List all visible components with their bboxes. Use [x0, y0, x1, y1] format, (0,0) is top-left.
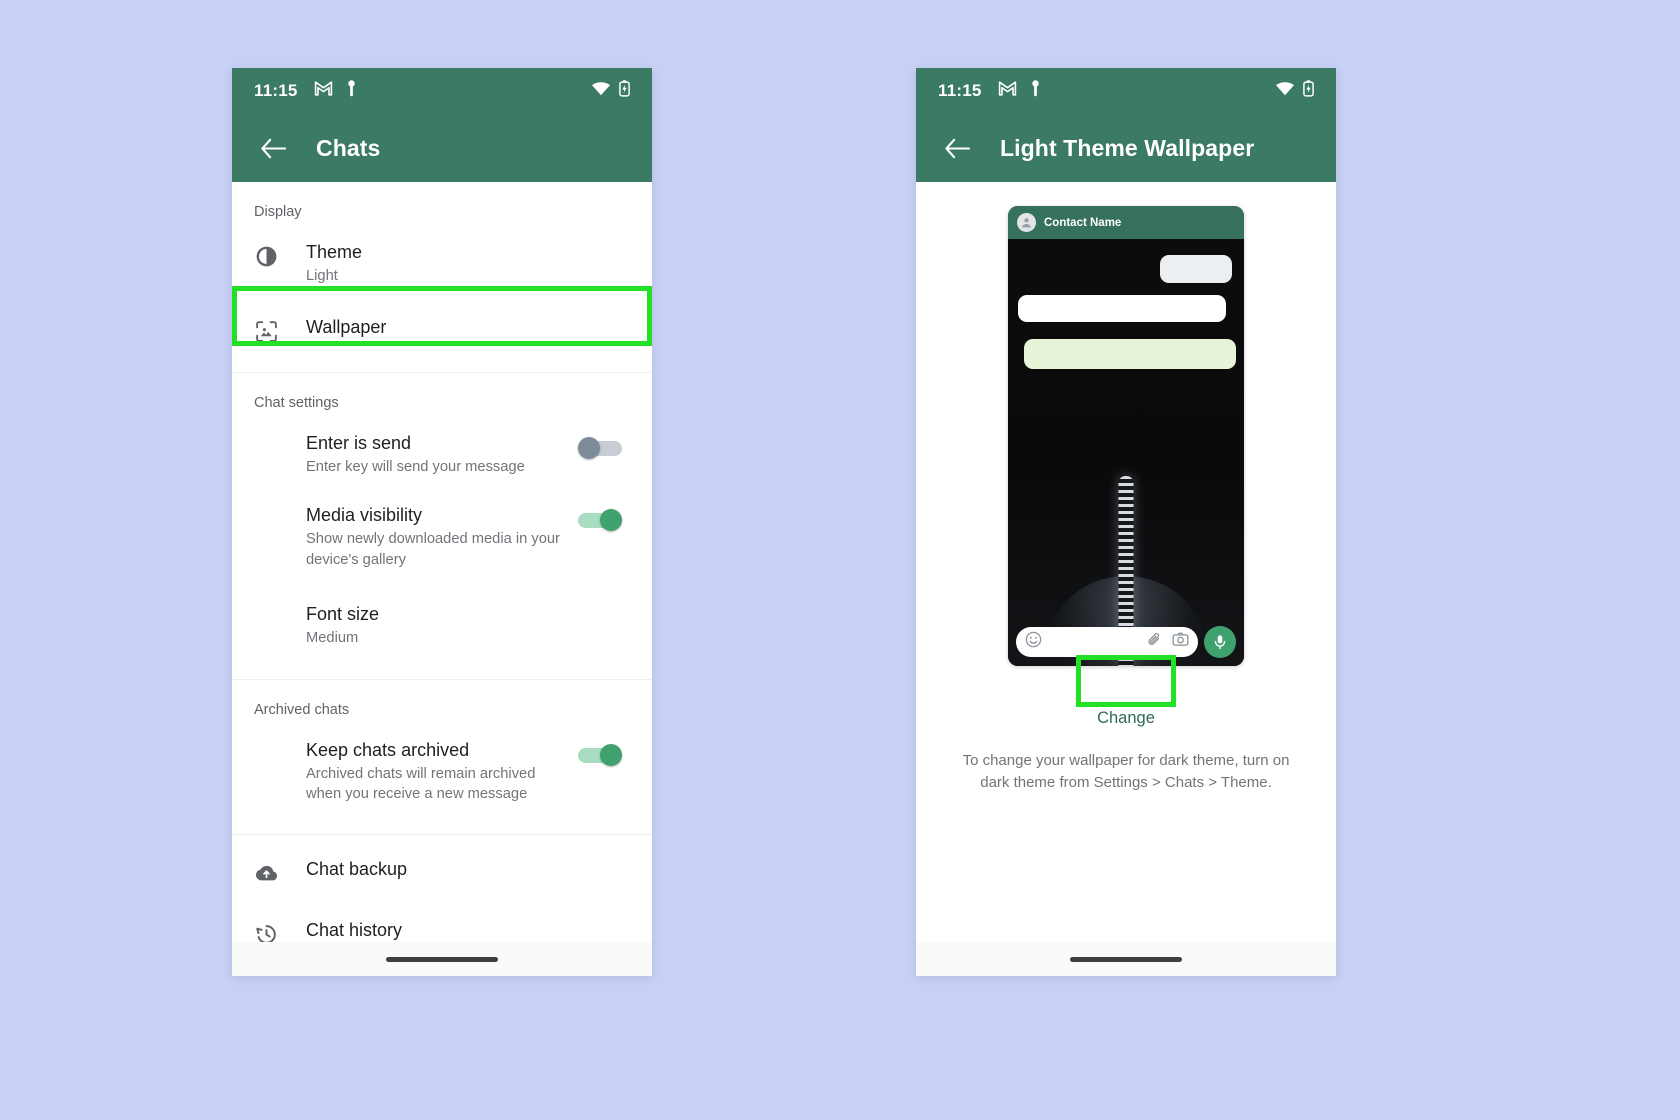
settings-row-enter-is-send-body: Enter is send Enter key will send your m…: [304, 431, 570, 478]
settings-row-media-visibility-title: Media visibility: [306, 505, 423, 526]
home-indicator[interactable]: [1070, 956, 1182, 962]
app-bar-left: Chats: [232, 114, 652, 182]
wallpaper-settings-content: Contact Name Change To change your wallp…: [916, 182, 1336, 976]
status-bar-clock: 11:15: [938, 81, 982, 100]
gmail-icon: [314, 81, 333, 101]
change-wallpaper-button[interactable]: Change: [1071, 699, 1181, 738]
app-bar-right: Light Theme Wallpaper: [916, 114, 1336, 182]
status-bar-system-icons: [1276, 80, 1314, 102]
settings-row-keep-chats-archived-body: Keep chats archived Archived chats will …: [304, 738, 570, 805]
battery-icon: [1303, 80, 1314, 102]
settings-row-chat-backup-body: Chat backup: [304, 857, 630, 881]
vpn-key-icon: [346, 80, 357, 102]
status-bar-right: 11:15: [916, 68, 1336, 114]
page-canvas: 11:15 Chats Display Theme Light Wallpape…: [0, 0, 1680, 1120]
wallpaper-description: To change your wallpaper for dark theme,…: [962, 752, 1290, 791]
toggle-knob: [600, 743, 622, 766]
brightness-icon: [254, 240, 304, 269]
settings-row-font-size-title: Font size: [306, 604, 380, 625]
settings-row-media-visibility-body: Media visibility Show newly downloaded m…: [304, 503, 570, 570]
settings-row-theme-value: Light: [306, 268, 338, 285]
toggle-knob: [600, 509, 622, 532]
home-indicator-area-left: [232, 942, 652, 976]
phone-screen-chats-settings: 11:15 Chats Display Theme Light Wallpape…: [232, 68, 652, 976]
emoji-icon: [1025, 631, 1042, 653]
enter-is-send-toggle-slot: [570, 431, 630, 459]
preview-bubble-incoming-1: [1018, 295, 1226, 322]
vpn-key-icon: [1030, 80, 1041, 102]
gmail-icon: [998, 81, 1017, 101]
settings-row-chat-history-body: Chat history: [304, 918, 630, 942]
camera-icon: [1172, 631, 1189, 653]
media-visibility-toggle[interactable]: [578, 509, 622, 532]
status-bar-system-icons: [592, 80, 630, 102]
settings-row-wallpaper-body: Wallpaper: [304, 315, 630, 339]
status-bar-left: 11:15: [232, 68, 652, 114]
keep-chats-archived-toggle-slot: [570, 738, 630, 766]
preview-bubble-outgoing-1: [1160, 255, 1232, 283]
settings-row-enter-is-send-subtitle: Enter key will send your message: [306, 458, 525, 475]
wallpaper-preview: Contact Name: [1008, 206, 1244, 666]
attach-icon: [1146, 631, 1163, 653]
cloud-upload-icon: [254, 857, 304, 886]
home-indicator-area-right: [916, 942, 1336, 976]
home-indicator[interactable]: [386, 956, 498, 962]
preview-contact-name: Contact Name: [1044, 216, 1122, 229]
wifi-icon: [592, 81, 610, 101]
settings-row-chat-backup-title: Chat backup: [306, 859, 408, 880]
settings-row-wallpaper-title: Wallpaper: [306, 316, 387, 337]
settings-row-keep-chats-archived[interactable]: Keep chats archived Archived chats will …: [232, 728, 652, 825]
avatar: [1017, 213, 1036, 232]
phone-screen-light-theme-wallpaper: 11:15 Light Theme Wallpaper Contact Name…: [916, 68, 1336, 976]
status-bar-notification-icons: [998, 80, 1041, 102]
settings-row-theme-title: Theme: [306, 242, 363, 262]
preview-bubble-outgoing-2: [1024, 339, 1236, 369]
status-bar-notification-icons: [314, 80, 357, 102]
settings-row-media-visibility[interactable]: Media visibility Show newly downloaded m…: [232, 487, 652, 580]
section-header-display: Display: [254, 204, 302, 220]
settings-row-chat-backup[interactable]: Chat backup: [232, 835, 652, 896]
status-bar-clock: 11:15: [254, 81, 298, 100]
preview-message-field: [1016, 627, 1198, 657]
settings-row-enter-is-send[interactable]: Enter is send Enter key will send your m…: [232, 421, 652, 488]
settings-row-font-size-body: Font size Medium: [304, 602, 630, 649]
settings-row-media-visibility-subtitle: Show newly downloaded media in your devi…: [306, 531, 560, 568]
settings-row-font-size[interactable]: Font size Medium: [232, 580, 652, 669]
page-title: Chats: [316, 134, 381, 161]
keep-chats-archived-toggle[interactable]: [578, 743, 622, 766]
back-arrow-icon[interactable]: [252, 127, 294, 169]
wifi-icon: [1276, 81, 1294, 101]
page-title: Light Theme Wallpaper: [1000, 134, 1255, 161]
section-header-chat-settings: Chat settings: [254, 394, 339, 411]
battery-icon: [619, 80, 630, 102]
preview-chat-canvas: [1008, 239, 1244, 666]
wallpaper-icon: [254, 315, 304, 344]
settings-row-theme-body: Theme Light: [304, 240, 630, 287]
settings-row-theme[interactable]: Theme Light: [232, 230, 652, 297]
settings-row-wallpaper[interactable]: Wallpaper: [232, 297, 652, 362]
settings-row-chat-history-title: Chat history: [306, 920, 403, 941]
settings-row-font-size-value: Medium: [306, 630, 359, 647]
settings-row-enter-is-send-title: Enter is send: [306, 432, 412, 453]
back-arrow-icon[interactable]: [936, 127, 978, 169]
mic-icon: [1204, 626, 1236, 658]
settings-row-keep-chats-archived-subtitle: Archived chats will remain archived when…: [306, 765, 536, 803]
preview-input-bar: [1016, 626, 1236, 658]
media-visibility-toggle-slot: [570, 503, 630, 532]
settings-row-keep-chats-archived-title: Keep chats archived: [306, 739, 470, 760]
preview-chat-header: Contact Name: [1008, 206, 1244, 239]
settings-list: Display Theme Light Wallpaper Chat setti…: [232, 182, 652, 976]
section-header-archived-chats: Archived chats: [254, 701, 350, 718]
toggle-knob: [578, 436, 600, 459]
enter-is-send-toggle[interactable]: [578, 436, 622, 459]
